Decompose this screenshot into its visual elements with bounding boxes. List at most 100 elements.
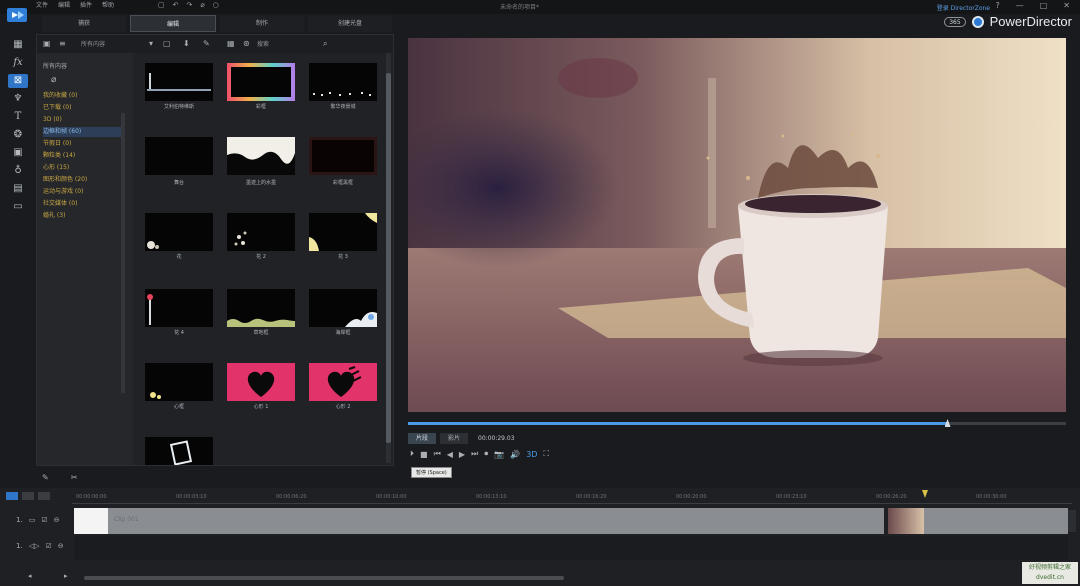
fx-icon[interactable]: fx	[8, 56, 28, 70]
storyboard-view-button[interactable]	[22, 492, 34, 500]
tab-produce[interactable]: 制作	[220, 15, 304, 32]
download-icon[interactable]: ⬇	[183, 39, 190, 48]
filter-dropdown[interactable]: 所有内容	[81, 39, 155, 49]
category-item[interactable]: 图形和颜色 (20)	[43, 175, 125, 185]
template-thumbnail[interactable]	[227, 289, 295, 327]
tab-capture[interactable]: 捕获	[42, 15, 126, 32]
undo-icon[interactable]: ↶	[173, 1, 179, 9]
volume-icon[interactable]: 🔊	[510, 450, 520, 459]
minimize-icon[interactable]: —	[1016, 1, 1024, 10]
particle-icon[interactable]: ❂	[8, 128, 28, 142]
import-icon[interactable]: ▣	[43, 39, 51, 48]
category-scrollbar[interactable]	[121, 113, 125, 393]
previous-frame-icon[interactable]: ⏮	[434, 449, 441, 459]
chevron-down-icon[interactable]: ▾	[149, 39, 153, 48]
play-icon[interactable]: ⏵	[410, 449, 414, 459]
template-thumbnail[interactable]	[309, 63, 377, 101]
template-thumbnail[interactable]	[145, 289, 213, 327]
template-thumbnail[interactable]	[145, 213, 213, 251]
timecode[interactable]: 00:00:29.03	[478, 435, 515, 442]
time-ruler[interactable]: 00:00:00:00 00:00:03:10 00:00:06:20 00:0…	[72, 492, 1072, 504]
template-thumbnail[interactable]	[309, 213, 377, 251]
video-clip[interactable]: Clip 001	[74, 508, 884, 534]
paint-icon[interactable]: ✎	[203, 39, 210, 48]
template-thumbnail[interactable]	[145, 63, 213, 101]
maximize-icon[interactable]: □	[1040, 1, 1048, 10]
clip-mode-button[interactable]: 片段	[408, 432, 437, 444]
library-scrollbar[interactable]	[386, 53, 391, 463]
menu-file[interactable]: 文件	[36, 1, 48, 11]
voiceover-icon[interactable]: ♁	[8, 164, 28, 178]
category-item[interactable]: 边框和帧 (60)	[43, 127, 125, 137]
link-icon[interactable]: ⊛	[243, 39, 250, 48]
category-item[interactable]: 3D (0)	[43, 115, 125, 125]
rewind-icon[interactable]: ◀	[447, 450, 453, 459]
category-item[interactable]: 婚礼 (3)	[43, 211, 125, 221]
checkbox-icon[interactable]: ☑	[41, 516, 47, 524]
title-icon[interactable]: T	[8, 110, 28, 124]
refresh-icon[interactable]: ○	[213, 1, 219, 9]
add-icon[interactable]: ▢	[163, 39, 171, 48]
edit-icon[interactable]: ✎	[42, 473, 49, 482]
scrollbar-thumb[interactable]	[386, 73, 391, 443]
save-icon[interactable]: ▢	[158, 1, 165, 9]
snapshot-icon[interactable]: 📷	[494, 450, 504, 459]
category-item[interactable]: 已下载 (0)	[43, 103, 125, 113]
preferences-icon[interactable]: ⌀	[200, 1, 204, 9]
grid-view-icon[interactable]: ▦	[227, 39, 235, 48]
close-icon[interactable]: ✕	[1063, 1, 1070, 10]
tag-icon[interactable]: ⌀	[51, 75, 56, 85]
pip-icon[interactable]: ♆	[8, 92, 28, 106]
track-scrollbar[interactable]	[1068, 510, 1076, 532]
redo-icon[interactable]: ↷	[187, 1, 193, 9]
category-item[interactable]: 节假日 (0)	[43, 139, 125, 149]
lock-icon[interactable]: ⊖	[54, 516, 60, 524]
template-thumbnail[interactable]	[227, 363, 295, 401]
3d-icon[interactable]: 3D	[526, 450, 537, 459]
chapter-icon[interactable]: ▤	[8, 182, 28, 196]
media-room-icon[interactable]: ▦	[8, 38, 28, 52]
timeline-view-button[interactable]	[6, 492, 18, 500]
help-icon[interactable]: ?	[995, 1, 999, 10]
search-icon[interactable]: ⌕	[323, 39, 327, 49]
timeline-scrollbar[interactable]	[84, 576, 564, 580]
template-thumbnail[interactable]	[227, 63, 295, 101]
template-thumbnail[interactable]	[145, 437, 213, 466]
split-icon[interactable]: ✂	[71, 473, 78, 482]
checkbox-icon[interactable]: ☑	[45, 542, 51, 550]
library-menu-icon[interactable]: ≡	[59, 39, 66, 48]
lock-icon[interactable]: ⊖	[58, 542, 64, 550]
movie-mode-button[interactable]: 影片	[440, 432, 469, 444]
next-frame-icon[interactable]: ⏭	[471, 449, 478, 459]
zoom-in-icon[interactable]: ▸	[64, 572, 68, 580]
audio-track[interactable]	[74, 536, 1068, 560]
tab-edit[interactable]: 编辑	[130, 15, 216, 32]
category-item[interactable]: 颗粒类 (14)	[43, 151, 125, 161]
record-icon[interactable]: ⏺	[484, 449, 488, 459]
video-clip[interactable]	[888, 508, 1068, 534]
template-thumbnail[interactable]	[309, 137, 377, 175]
transition-icon[interactable]: ⊠	[8, 74, 28, 88]
signin-link[interactable]: 登录 DirectorZone	[937, 3, 990, 12]
preview-scrubber[interactable]	[408, 419, 1066, 427]
zoom-out-icon[interactable]: ◂	[28, 572, 32, 580]
menu-edit[interactable]: 编辑	[58, 1, 70, 11]
category-item[interactable]: 社交媒体 (0)	[43, 199, 125, 209]
fullscreen-icon[interactable]: ⛶	[543, 449, 549, 459]
category-item[interactable]: 运动与游戏 (0)	[43, 187, 125, 197]
forward-icon[interactable]: ▶	[459, 450, 465, 459]
category-item[interactable]: 我的收藏 (0)	[43, 91, 125, 101]
tab-create-disc[interactable]: 创建光盘	[308, 15, 392, 32]
template-thumbnail[interactable]	[227, 213, 295, 251]
subtitle-icon[interactable]: ▭	[8, 200, 28, 214]
track-manager-button[interactable]	[38, 492, 50, 500]
menu-help[interactable]: 帮助	[102, 1, 114, 11]
template-thumbnail[interactable]	[227, 137, 295, 175]
template-thumbnail[interactable]	[309, 363, 377, 401]
template-thumbnail[interactable]	[145, 363, 213, 401]
category-item[interactable]: 心形 (15)	[43, 163, 125, 173]
template-thumbnail[interactable]	[145, 137, 213, 175]
menu-plugins[interactable]: 插件	[80, 1, 92, 11]
template-thumbnail[interactable]	[309, 289, 377, 327]
audio-mix-icon[interactable]: ▣	[8, 146, 28, 160]
